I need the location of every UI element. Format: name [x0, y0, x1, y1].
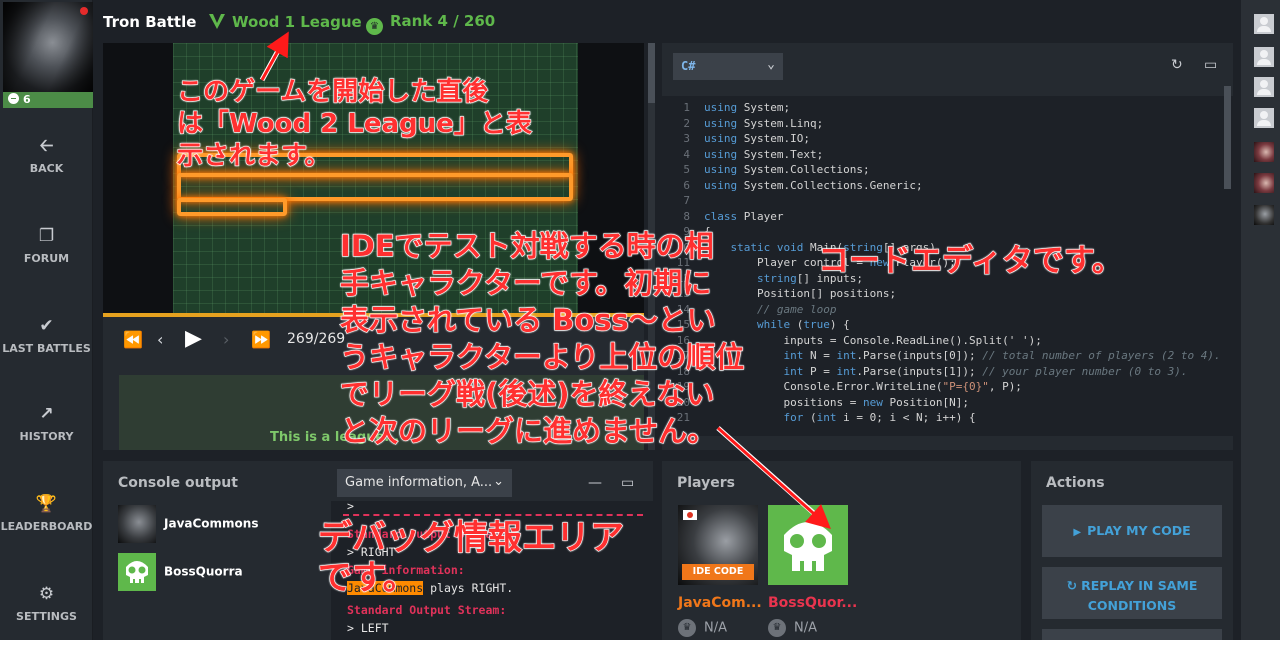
annotation-editor-note: コードエディタです。: [817, 242, 1123, 279]
annotation-opponent-note: IDEでテスト対戦する時の相 手キャラクターです。初期に 表示されている Bos…: [339, 228, 745, 448]
annotation-league-note: このゲームを開始した直後 は「Wood 2 League」と表 示されます。: [176, 76, 532, 171]
annotation-debug-note: デバッグ情報エリア です。: [317, 517, 624, 598]
